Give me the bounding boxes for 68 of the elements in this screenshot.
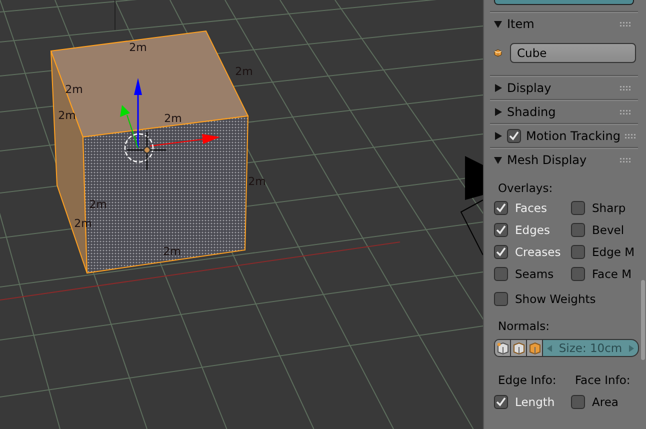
checkbox[interactable]: [571, 222, 585, 236]
section-label: Normals:: [497, 318, 550, 335]
checkbox-label: Edges: [515, 222, 550, 236]
checkbox-label: Faces: [515, 200, 547, 214]
panel-title: Display: [507, 80, 552, 94]
drag-grip-icon[interactable]: [620, 20, 632, 26]
checkbox-label: Creases: [515, 244, 561, 258]
checkbox[interactable]: [494, 292, 508, 306]
checkbox-label: Show Weights: [515, 292, 596, 306]
scrollbar[interactable]: [641, 280, 645, 360]
checkbox-label: Length: [515, 394, 555, 408]
checkbox[interactable]: [571, 244, 585, 258]
panel-header[interactable]: Item: [490, 11, 638, 35]
checkbox[interactable]: [571, 394, 585, 408]
panel-header[interactable]: Mesh Display: [490, 147, 638, 171]
collapse-triangle-icon: [494, 20, 502, 28]
3d-cursor-icon: [124, 132, 166, 170]
checkbox-label: Bevel: [592, 222, 624, 236]
left-arrow-icon[interactable]: [547, 344, 552, 352]
cube-icon: [496, 341, 510, 355]
panel-title: Item: [507, 16, 536, 30]
panel-title: Motion Tracking: [526, 128, 620, 142]
checkbox[interactable]: [494, 222, 508, 236]
expand-triangle-icon: [494, 108, 502, 116]
section-label: Face Info:: [574, 372, 632, 389]
section-label: Overlays:: [497, 180, 554, 197]
expand-triangle-icon: [494, 132, 502, 140]
panel-title: Shading: [507, 104, 557, 118]
checkbox-label: Edge M: [592, 244, 635, 258]
drag-grip-icon[interactable]: [620, 156, 632, 162]
name-field[interactable]: Cube: [510, 43, 636, 63]
panel-title: Mesh Display: [507, 152, 588, 166]
checkbox[interactable]: [494, 266, 508, 280]
checkbox[interactable]: [494, 394, 508, 408]
size-field[interactable]: Size: 10cm: [542, 339, 639, 357]
edge-length-label: 2m: [58, 109, 76, 122]
cube-icon: [512, 341, 526, 355]
camera-drawing[interactable]: [460, 156, 483, 256]
expand-triangle-icon: [494, 84, 502, 92]
panel-header[interactable]: Display: [490, 75, 638, 99]
checkbox[interactable]: [494, 244, 508, 258]
panel-header[interactable]: Motion Tracking: [490, 123, 638, 147]
edge-length-label: 2m: [129, 41, 147, 54]
drag-grip-icon[interactable]: [620, 108, 632, 114]
panel-header[interactable]: Shading: [490, 99, 638, 123]
edge-length-label: 2m: [163, 245, 181, 258]
section-label: Edge Info:: [497, 372, 558, 389]
cube-icon: [528, 341, 542, 355]
checkbox-label: Area: [592, 394, 618, 408]
checkbox[interactable]: [507, 128, 521, 142]
transform-gizmo-drawing[interactable]: [120, 78, 220, 148]
drag-grip-icon[interactable]: [620, 84, 632, 90]
edge-length-label: 2m: [248, 175, 266, 188]
checkbox-label: Sharp: [592, 200, 626, 214]
edge-length-label: 2m: [164, 112, 182, 125]
checkbox[interactable]: [571, 266, 585, 280]
normals-button[interactable]: [526, 339, 542, 357]
normals-button[interactable]: [510, 339, 526, 357]
edge-length-label: 2m: [89, 198, 107, 211]
normals-button[interactable]: [494, 339, 510, 357]
checkbox[interactable]: [494, 200, 508, 214]
checkbox[interactable]: [571, 200, 585, 214]
edge-length-label: 2m: [65, 83, 83, 96]
collapse-triangle-icon: [494, 156, 502, 164]
right-arrow-icon[interactable]: [628, 344, 634, 352]
checkbox-label: Seams: [515, 266, 554, 280]
checkbox-label: Face M: [592, 266, 632, 280]
drag-grip-icon[interactable]: [625, 132, 638, 138]
